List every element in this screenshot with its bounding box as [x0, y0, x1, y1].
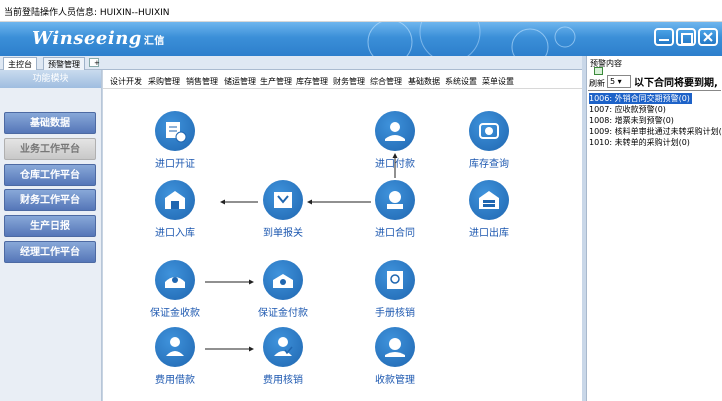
warehouse-in-icon [155, 180, 195, 220]
maximize-button[interactable] [676, 28, 696, 46]
node-import-lc[interactable]: 进口开证 [135, 111, 215, 170]
nav-business-platform[interactable]: 业务工作平台 [4, 138, 96, 160]
node-label: 进口出库 [469, 228, 509, 239]
warning-item[interactable]: 1007: 应收款预警(0) [589, 104, 666, 115]
collection-icon [375, 327, 415, 367]
nav-warehouse-platform[interactable]: 仓库工作平台 [4, 164, 96, 186]
node-label: 收款管理 [375, 375, 415, 386]
payment-icon [375, 111, 415, 151]
warning-item[interactable]: 1006: 外销合同交期预警(0) [589, 93, 692, 104]
node-label: 到单报关 [263, 228, 303, 239]
sidebar-header: 功能模块 [0, 70, 101, 88]
brand-logo: Winseeing 汇信 [32, 28, 165, 49]
customs-icon [263, 180, 303, 220]
main-workspace: 设计开发 采购管理 销售管理 储运管理 生产管理 库存管理 财务管理 综合管理 … [102, 70, 583, 401]
refresh-value: 5 [610, 77, 616, 86]
expense-verify-icon [263, 327, 303, 367]
expense-loan-icon [155, 327, 195, 367]
node-import-warehousing[interactable]: 进口入库 [135, 180, 215, 239]
user-info-text: 当前登陆操作人员信息: HUIXIN--HUIXIN [4, 8, 170, 18]
node-customs-declaration[interactable]: 到单报关 [243, 180, 323, 239]
node-label: 费用核销 [263, 375, 303, 386]
node-deposit-receipt[interactable]: 保证金收款 [135, 260, 215, 319]
node-label: 进口付款 [375, 159, 415, 170]
bubble-decoration [367, 22, 576, 56]
close-button[interactable] [698, 28, 718, 46]
minimize-button[interactable] [654, 28, 674, 46]
node-inventory-query[interactable]: 库存查询 [449, 111, 529, 170]
node-label: 保证金收款 [150, 308, 200, 319]
warning-item[interactable]: 1010: 未转单的采购计划(0) [589, 137, 690, 148]
nav-production-daily[interactable]: 生产日报 [4, 215, 96, 237]
manual-icon [375, 260, 415, 300]
warning-item[interactable]: 1009: 核料单审批通过未转采购计划(0) [589, 126, 722, 137]
certificate-icon [155, 111, 195, 151]
node-collection-management[interactable]: 收款管理 [355, 327, 435, 386]
node-expense-loan[interactable]: 费用借款 [135, 327, 215, 386]
node-expense-verification[interactable]: 费用核销 [243, 327, 323, 386]
tab-main-console[interactable]: 主控台 [3, 57, 37, 70]
node-import-contract[interactable]: 进口合同 [355, 180, 435, 239]
nav-manager-platform[interactable]: 经理工作平台 [4, 241, 96, 263]
refresh-interval-select[interactable]: 5 ▾ [607, 75, 631, 88]
node-import-outbound[interactable]: 进口出库 [449, 180, 529, 239]
add-tab-icon[interactable]: + [89, 58, 100, 67]
app-banner: Winseeing 汇信 [0, 22, 722, 56]
tab-warning-management[interactable]: 预警管理 [43, 57, 85, 70]
refresh-label: 刷新 [589, 79, 605, 88]
nav-finance-platform[interactable]: 财务工作平台 [4, 189, 96, 211]
node-label: 进口开证 [155, 159, 195, 170]
node-label: 费用借款 [155, 375, 195, 386]
warning-item[interactable]: 1008: 增票未到预警(0) [589, 115, 674, 126]
nav-basic-data[interactable]: 基础数据 [4, 112, 96, 134]
node-manual-verification[interactable]: 手册核销 [355, 260, 435, 319]
expiring-contracts-marquee: 以下合同将要到期, [634, 78, 718, 89]
node-label: 手册核销 [375, 308, 415, 319]
warning-panel: 预警内容 刷新 5 ▾ 以下合同将要到期, 1006: 外销合同交期预警(0) … [586, 56, 722, 401]
node-label: 进口合同 [375, 228, 415, 239]
node-deposit-payment[interactable]: 保证金付款 [243, 260, 323, 319]
deposit-receive-icon [155, 260, 195, 300]
warehouse-out-icon [469, 180, 509, 220]
contract-icon [375, 180, 415, 220]
brand-cn: 汇信 [143, 36, 165, 47]
tab-bar: 主控台 预警管理 + [0, 56, 582, 70]
user-info-bar: 当前登陆操作人员信息: HUIXIN--HUIXIN [0, 0, 722, 22]
warning-list: 1006: 外销合同交期预警(0) 1007: 应收款预警(0) 1008: 增… [588, 90, 722, 401]
node-label: 库存查询 [469, 159, 509, 170]
refresh-icon[interactable] [594, 67, 603, 75]
node-import-payment[interactable]: 进口付款 [355, 111, 435, 170]
brand-name: Winseeing [32, 28, 142, 49]
sidebar: 功能模块 基础数据 业务工作平台 仓库工作平台 财务工作平台 生产日报 经理工作… [0, 70, 102, 401]
deposit-pay-icon [263, 260, 303, 300]
node-label: 进口入库 [155, 228, 195, 239]
inventory-icon [469, 111, 509, 151]
node-label: 保证金付款 [258, 308, 308, 319]
close-icon [703, 32, 713, 42]
